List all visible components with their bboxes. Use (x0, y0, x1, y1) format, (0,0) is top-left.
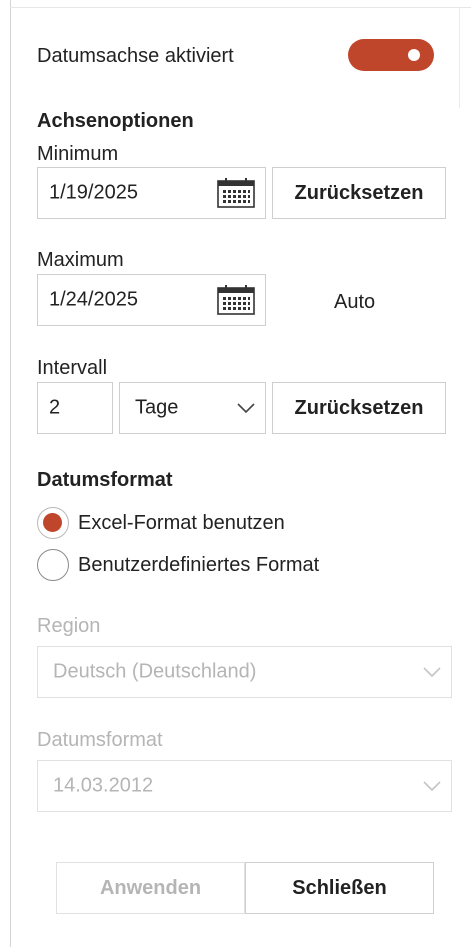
panel-top-border (10, 7, 471, 8)
calendar-icon[interactable] (217, 285, 255, 315)
toggle-knob (408, 49, 420, 61)
maximum-date-field[interactable]: 1/24/2025 (37, 274, 266, 326)
custom-format-radio[interactable] (37, 549, 69, 581)
date-format-select[interactable]: 14.03.2012 (37, 760, 452, 812)
interval-value-input[interactable]: 2 (37, 382, 113, 434)
region-value: Deutsch (Deutschland) (53, 660, 257, 683)
close-button[interactable]: Schließen (245, 862, 434, 914)
date-format-heading: Datumsformat (37, 469, 173, 491)
chevron-down-icon (423, 667, 441, 678)
calendar-icon[interactable] (217, 178, 255, 208)
panel-divider (459, 8, 460, 108)
date-axis-label: Datumsachse aktiviert (37, 45, 234, 67)
date-format-value: 14.03.2012 (53, 774, 154, 797)
interval-value: 2 (49, 396, 61, 419)
panel-left-border (10, 0, 11, 947)
custom-format-label[interactable]: Benutzerdefiniertes Format (78, 553, 319, 577)
maximum-date-value: 1/24/2025 (49, 288, 138, 311)
minimum-date-value: 1/19/2025 (49, 181, 138, 204)
minimum-label: Minimum (37, 143, 119, 165)
interval-unit-select[interactable]: Tage (119, 382, 266, 434)
region-select[interactable]: Deutsch (Deutschland) (37, 646, 452, 698)
interval-unit-value: Tage (135, 396, 179, 419)
region-label: Region (37, 615, 101, 637)
date-format-select-label: Datumsformat (37, 729, 163, 751)
interval-reset-button[interactable]: Zurücksetzen (272, 382, 446, 434)
chevron-down-icon (237, 403, 255, 414)
maximum-label: Maximum (37, 249, 124, 271)
excel-format-label[interactable]: Excel-Format benutzen (78, 511, 285, 535)
date-axis-toggle[interactable] (348, 39, 434, 71)
interval-label: Intervall (37, 357, 108, 379)
chevron-down-icon (423, 781, 441, 792)
minimum-date-field[interactable]: 1/19/2025 (37, 167, 266, 219)
axis-options-heading: Achsenoptionen (37, 110, 194, 132)
apply-button[interactable]: Anwenden (56, 862, 245, 914)
maximum-auto-label: Auto (334, 291, 376, 313)
excel-format-radio[interactable] (37, 507, 69, 539)
minimum-reset-button[interactable]: Zurücksetzen (272, 167, 446, 219)
